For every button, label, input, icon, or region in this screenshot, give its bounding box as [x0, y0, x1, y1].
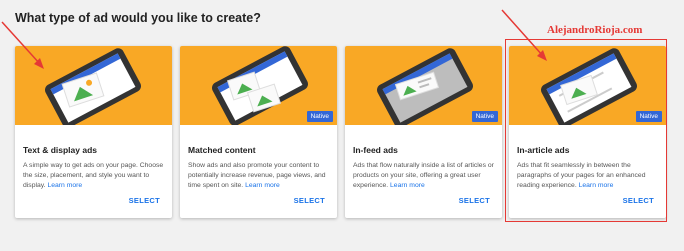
annotation-arrow [1, 21, 41, 65]
annotation-arrow [501, 9, 544, 57]
annotation-arrows [1, 9, 547, 69]
